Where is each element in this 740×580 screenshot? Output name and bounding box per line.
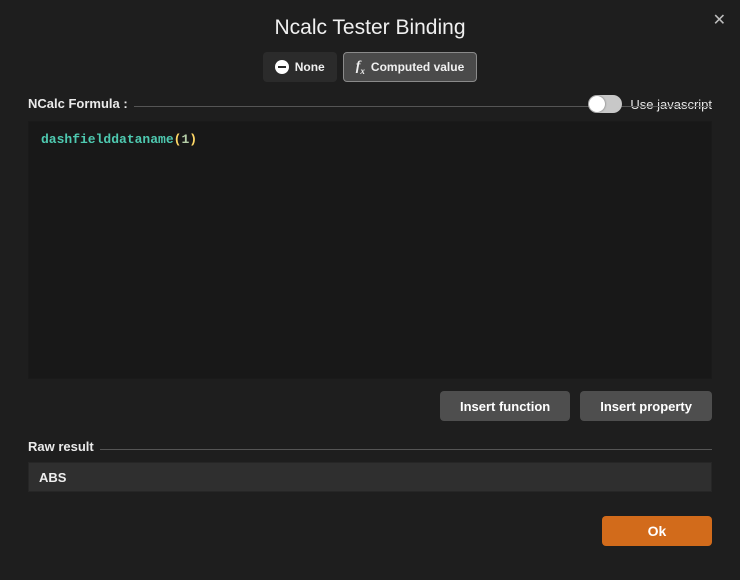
raw-result-value: ABS bbox=[39, 470, 66, 485]
mode-none-label: None bbox=[295, 60, 325, 74]
raw-result-header: Raw result bbox=[28, 439, 712, 454]
raw-result-output: ABS bbox=[28, 462, 712, 492]
dialog-body: Use javascript NCalc Formula : dashfield… bbox=[0, 92, 740, 546]
mode-none-button[interactable]: None bbox=[263, 52, 337, 82]
insert-buttons-row: Insert function Insert property bbox=[28, 391, 712, 421]
token-function: dashfielddataname bbox=[41, 132, 174, 147]
dialog-title: Ncalc Tester Binding bbox=[0, 0, 740, 52]
token-close-paren: ) bbox=[189, 132, 197, 147]
minus-circle-icon bbox=[275, 60, 289, 74]
mode-segment: None fx Computed value bbox=[0, 52, 740, 92]
raw-result-label: Raw result bbox=[28, 439, 94, 454]
ok-row: Ok bbox=[28, 516, 712, 546]
formula-editor[interactable]: dashfielddataname(1) bbox=[28, 121, 712, 379]
binding-dialog: ✕ Ncalc Tester Binding None fx Computed … bbox=[0, 0, 740, 580]
divider bbox=[100, 449, 712, 450]
fx-icon: fx bbox=[356, 59, 365, 76]
use-js-label: Use javascript bbox=[630, 97, 712, 112]
divider bbox=[134, 106, 712, 107]
ok-button[interactable]: Ok bbox=[602, 516, 712, 546]
insert-function-button[interactable]: Insert function bbox=[440, 391, 570, 421]
use-js-toggle[interactable] bbox=[588, 95, 622, 113]
insert-property-button[interactable]: Insert property bbox=[580, 391, 712, 421]
mode-computed-button[interactable]: fx Computed value bbox=[343, 52, 478, 82]
mode-computed-label: Computed value bbox=[371, 60, 464, 74]
formula-label: NCalc Formula : bbox=[28, 96, 128, 111]
close-icon[interactable]: ✕ bbox=[713, 10, 726, 30]
toggle-knob bbox=[589, 96, 605, 112]
